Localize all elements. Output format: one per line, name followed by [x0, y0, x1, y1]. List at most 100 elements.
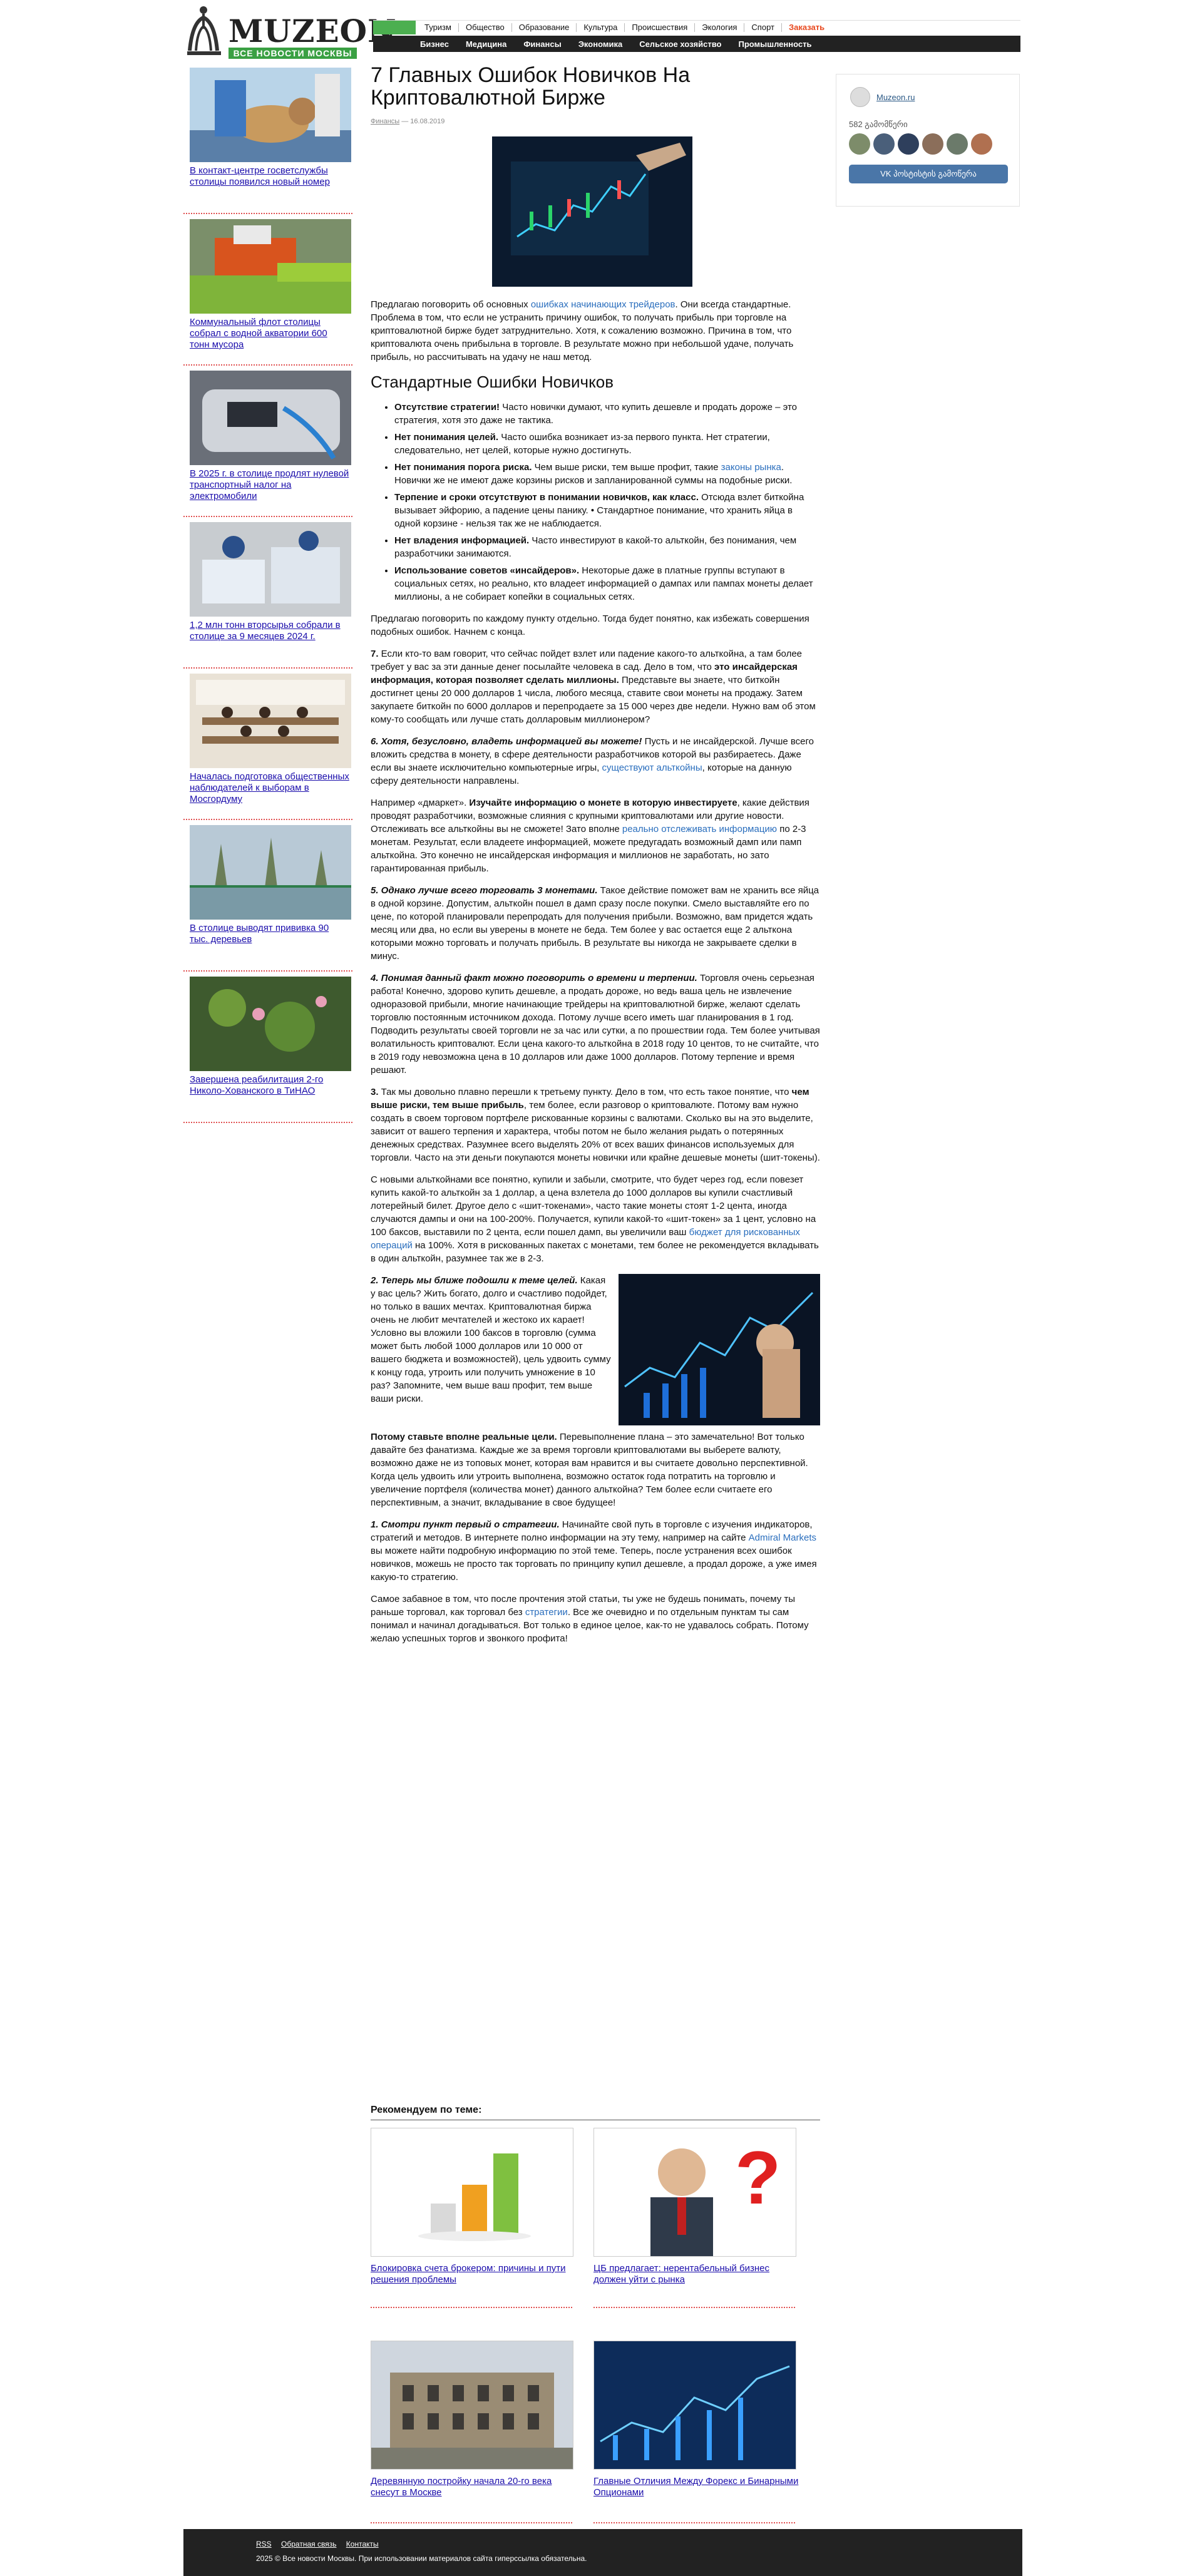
divider	[371, 2307, 572, 2308]
paragraph-4: 4. Понимая данный факт можно поговорить …	[371, 972, 820, 1077]
strategy-link[interactable]: стратегии	[525, 1607, 568, 1618]
list-item: Отсутствие стратегии! Часто новички дума…	[394, 401, 820, 427]
nav-society[interactable]: Общество	[459, 23, 512, 32]
text: Какая у вас цель? Жить богато, долго и с…	[371, 1275, 611, 1404]
recommended-card: Деревянную постройку начала 20-го века с…	[371, 2341, 577, 2498]
recommended-card: Блокировка счета брокером: причины и пут…	[371, 2128, 577, 2286]
paragraph-3b: С новыми альткойнами все понятно, купили…	[371, 1173, 820, 1265]
divider	[593, 2307, 795, 2308]
divider	[593, 2522, 795, 2523]
altcoins-link[interactable]: существуют альткойны	[602, 762, 702, 773]
subnav-agriculture[interactable]: Сельское хозяйство	[639, 39, 721, 49]
sidebar-news-link[interactable]: В контакт-центре госветслужбы столицы по…	[190, 165, 349, 188]
vk-widget: Muzeon.ru 582 გამომწერი VK პოსტისტის გამ…	[836, 74, 1020, 207]
subscriber-avatar[interactable]	[898, 133, 919, 155]
recommended-link[interactable]: Главные Отличия Между Форекс и Бинарными…	[593, 2476, 800, 2498]
bold-text: Терпение и сроки отсутствуют в понимании…	[394, 492, 699, 503]
subscriber-avatar[interactable]	[971, 133, 992, 155]
bold-text: Нет понимания порога риска.	[394, 462, 532, 473]
crypto-chart-hero-image	[492, 136, 692, 287]
recommended-link[interactable]: Блокировка счета брокером: причины и пут…	[371, 2263, 577, 2286]
boat-photo[interactable]	[190, 219, 351, 314]
dog-vet-photo[interactable]	[190, 68, 351, 162]
subnav-business[interactable]: Бизнес	[420, 39, 449, 49]
nav-culture[interactable]: Культура	[577, 23, 625, 32]
footer-feedback-link[interactable]: Обратная связь	[281, 2540, 336, 2548]
subnav-industry[interactable]: Промышленность	[738, 39, 811, 49]
bold-text: Нет понимания целей.	[394, 432, 499, 443]
divider	[371, 2522, 572, 2523]
paragraph-1: 1. Смотри пункт первый о стратегии. Начи…	[371, 1518, 820, 1584]
sidebar-news-item: Началась подготовка общественных наблюда…	[183, 671, 352, 820]
sidebar-news-link[interactable]: 1,2 млн тонн вторсырья собрали в столице…	[190, 620, 349, 642]
recycling-photo[interactable]	[190, 522, 351, 617]
track-info-link[interactable]: реально отслеживать информацию	[622, 824, 777, 834]
bar-chart-3d-image[interactable]	[371, 2128, 573, 2257]
footer-links: RSS Обратная связь Контакты	[256, 2540, 386, 2548]
sidebar-news-link[interactable]: В столице выводят прививка 90 тыс. дерев…	[190, 923, 349, 945]
question-man-image[interactable]: ?	[593, 2128, 796, 2257]
subscriber-avatar[interactable]	[873, 133, 895, 155]
recommended-card: ? ЦБ предлагает: нерентабельный бизнес д…	[593, 2128, 800, 2286]
sidebar-news-item: В контакт-центре госветслужбы столицы по…	[183, 65, 352, 214]
beginner-mistakes-link[interactable]: ошибках начинающих трейдеров	[531, 299, 675, 310]
recommended-link[interactable]: ЦБ предлагает: нерентабельный бизнес дол…	[593, 2263, 800, 2286]
sidebar-news-link[interactable]: Коммунальный флот столицы собрал с водно…	[190, 317, 349, 351]
text: Торговля очень серьезная работа! Конечно…	[371, 973, 820, 1075]
paragraph-5: 5. Однако лучше всего торговать 3 монета…	[371, 884, 820, 963]
nav-ecology[interactable]: Экология	[695, 23, 745, 32]
group-name-link[interactable]: Muzeon.ru	[876, 93, 915, 102]
text: Предлагаю поговорить об основных	[371, 299, 531, 310]
footer-rss-link[interactable]: RSS	[256, 2540, 272, 2548]
group-avatar[interactable]	[850, 87, 870, 107]
text: Такое действие поможет вам не хранить вс…	[371, 885, 819, 962]
admiral-markets-link[interactable]: Admiral Markets	[749, 1532, 816, 1543]
subscriber-avatar[interactable]	[922, 133, 943, 155]
bold-text: Отсутствие стратегии!	[394, 402, 500, 413]
bold-italic-text: 1. Смотри пункт первый о стратегии.	[371, 1519, 560, 1530]
market-laws-link[interactable]: законы рынка	[721, 462, 781, 473]
nav-tourism[interactable]: Туризм	[416, 23, 459, 32]
nav-sport[interactable]: Спорт	[744, 23, 782, 32]
bold-text: Использование советов «инсайдеров».	[394, 565, 580, 576]
subscriber-avatar[interactable]	[849, 133, 870, 155]
sidebar-news-link[interactable]: Началась подготовка общественных наблюда…	[190, 771, 349, 805]
subscriber-count: 582 გამომწერი	[849, 120, 908, 129]
svg-text:?: ?	[735, 2136, 781, 2220]
subscriber-avatars	[849, 133, 995, 155]
subnav-medicine[interactable]: Медицина	[466, 39, 506, 49]
paragraph-end: Самое забавное в том, что после прочтени…	[371, 1593, 820, 1645]
pond-photo[interactable]	[190, 977, 351, 1071]
ev-charging-photo[interactable]	[190, 371, 351, 465]
text: Так мы довольно плавно перешли к третьем…	[378, 1087, 792, 1097]
list-item: Нет владения информацией. Часто инвестир…	[394, 534, 820, 560]
subscriber-avatar[interactable]	[947, 133, 968, 155]
nav-education[interactable]: Образование	[512, 23, 577, 32]
sidebar-news-link[interactable]: В 2025 г. в столице продлят нулевой тран…	[190, 468, 349, 502]
section-heading: Стандартные Ошибки Новичков	[371, 372, 614, 391]
site-logo[interactable]: MUZEON ВСЕ НОВОСТИ МОСКВЫ	[183, 4, 396, 59]
bold-text: Изучайте информацию о монете в которую и…	[469, 798, 737, 808]
recommended-link[interactable]: Деревянную постройку начала 20-го века с…	[371, 2476, 577, 2498]
classroom-photo[interactable]	[190, 674, 351, 768]
subnav-economy[interactable]: Экономика	[578, 39, 623, 49]
text: Например «дмаркет».	[371, 798, 470, 808]
sub-nav: Бизнес Медицина Финансы Экономика Сельск…	[373, 36, 1020, 52]
sidebar-news-item: Коммунальный флот столицы собрал с водно…	[183, 217, 352, 366]
nav-incidents[interactable]: Происшествия	[625, 23, 696, 32]
park-photo[interactable]	[190, 825, 351, 920]
vk-subscribe-button[interactable]: VK პოსტისტის გამოწერა	[849, 165, 1008, 183]
article: 7 Главных Ошибок Новичков На Криптовалют…	[371, 64, 820, 1654]
nav-order[interactable]: Заказать	[782, 23, 831, 32]
forex-chart-image[interactable]	[593, 2341, 796, 2470]
article-category-link[interactable]: Финансы	[371, 118, 399, 125]
article-date: — 16.08.2019	[401, 118, 445, 125]
logo-tagline: ВСЕ НОВОСТИ МОСКВЫ	[229, 48, 357, 59]
footer-contacts-link[interactable]: Контакты	[346, 2540, 379, 2548]
sidebar-news-link[interactable]: Завершена реабилитация 2-го Николо-Хован…	[190, 1074, 349, 1097]
paragraph-7: 7. Если кто-то вам говорит, что сейчас п…	[371, 647, 820, 726]
building-image[interactable]	[371, 2341, 573, 2470]
bold-text: 7.	[371, 649, 379, 659]
recommended-card: Главные Отличия Между Форекс и Бинарными…	[593, 2341, 800, 2498]
subnav-finance[interactable]: Финансы	[523, 39, 561, 49]
